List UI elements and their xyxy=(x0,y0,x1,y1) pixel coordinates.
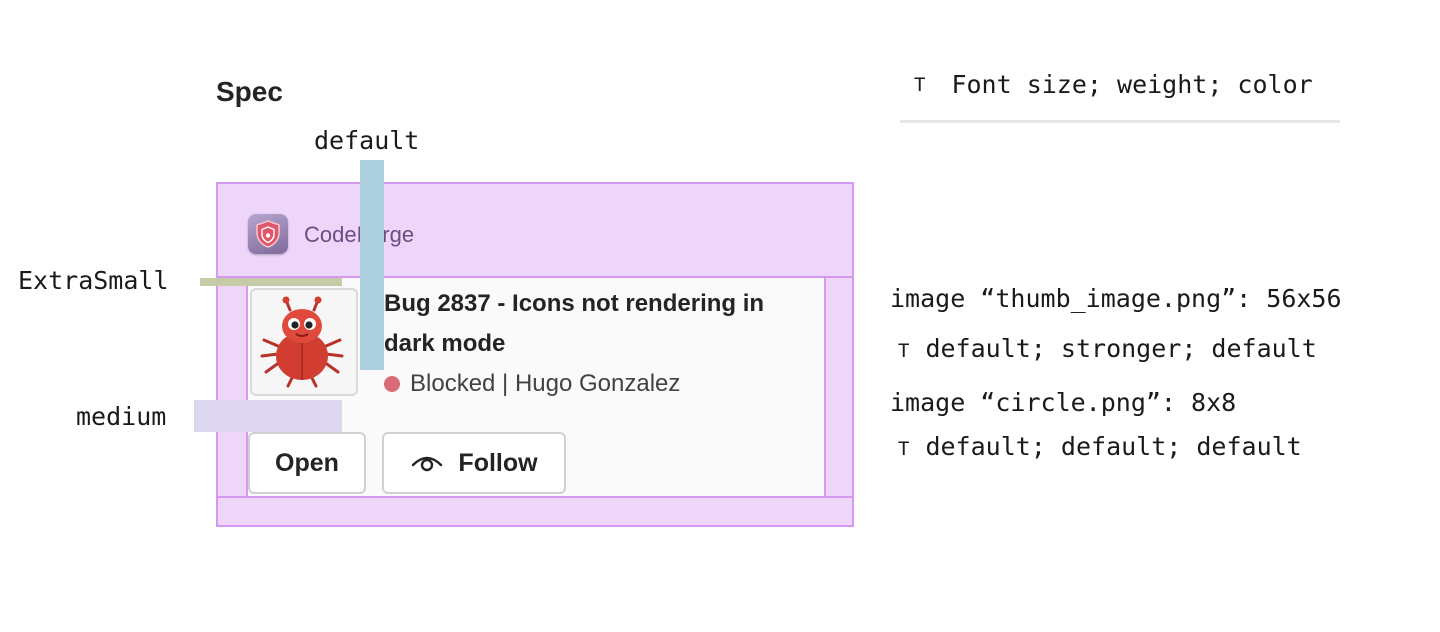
legend: T Font size; weight; color xyxy=(914,70,1313,99)
annotation-title-text-value: default; stronger; default xyxy=(925,334,1317,363)
annotation-circle-image: image “circle.png”: 8x8 xyxy=(890,388,1237,417)
spacing-label-default: default xyxy=(314,126,420,155)
spec-title: Spec xyxy=(216,76,283,107)
status-text: Blocked | Hugo Gonzalez xyxy=(410,370,681,397)
bug-icon xyxy=(260,296,344,388)
spacing-label-extra-small: ExtraSmall xyxy=(18,266,169,295)
annotation-title-text: Tdefault; stronger; default xyxy=(898,334,1317,363)
spacing-bar-default xyxy=(360,160,384,370)
eye-icon xyxy=(410,452,444,474)
thumbnail-image xyxy=(250,288,358,396)
shield-icon xyxy=(256,220,280,248)
follow-button[interactable]: Follow xyxy=(382,432,566,494)
app-logo xyxy=(248,214,288,254)
text-style-icon: T xyxy=(914,73,926,96)
item-title-line-2: dark mode xyxy=(384,330,506,357)
item-title-line-1: Bug 2837 - Icons not rendering in xyxy=(384,290,765,317)
text-style-icon: T xyxy=(898,438,910,460)
legend-divider xyxy=(900,120,1340,123)
follow-button-label: Follow xyxy=(458,448,538,477)
padding-guide-right xyxy=(824,278,826,496)
open-button[interactable]: Open xyxy=(248,432,366,494)
spacing-bar-extra-small xyxy=(200,278,342,286)
padding-guide-bottom xyxy=(218,496,854,498)
open-button-label: Open xyxy=(275,448,339,477)
spacing-bar-medium xyxy=(194,400,342,432)
legend-text: Font size; weight; color xyxy=(951,70,1313,99)
annotation-status-text: Tdefault; default; default xyxy=(898,432,1302,461)
text-style-icon: T xyxy=(898,340,910,362)
status-row: Blocked | Hugo Gonzalez xyxy=(384,370,680,398)
annotation-thumb-image: image “thumb_image.png”: 56x56 xyxy=(890,284,1342,313)
spacing-label-medium: medium xyxy=(76,402,167,431)
annotation-status-text-value: default; default; default xyxy=(925,432,1302,461)
status-dot-icon xyxy=(384,376,400,392)
